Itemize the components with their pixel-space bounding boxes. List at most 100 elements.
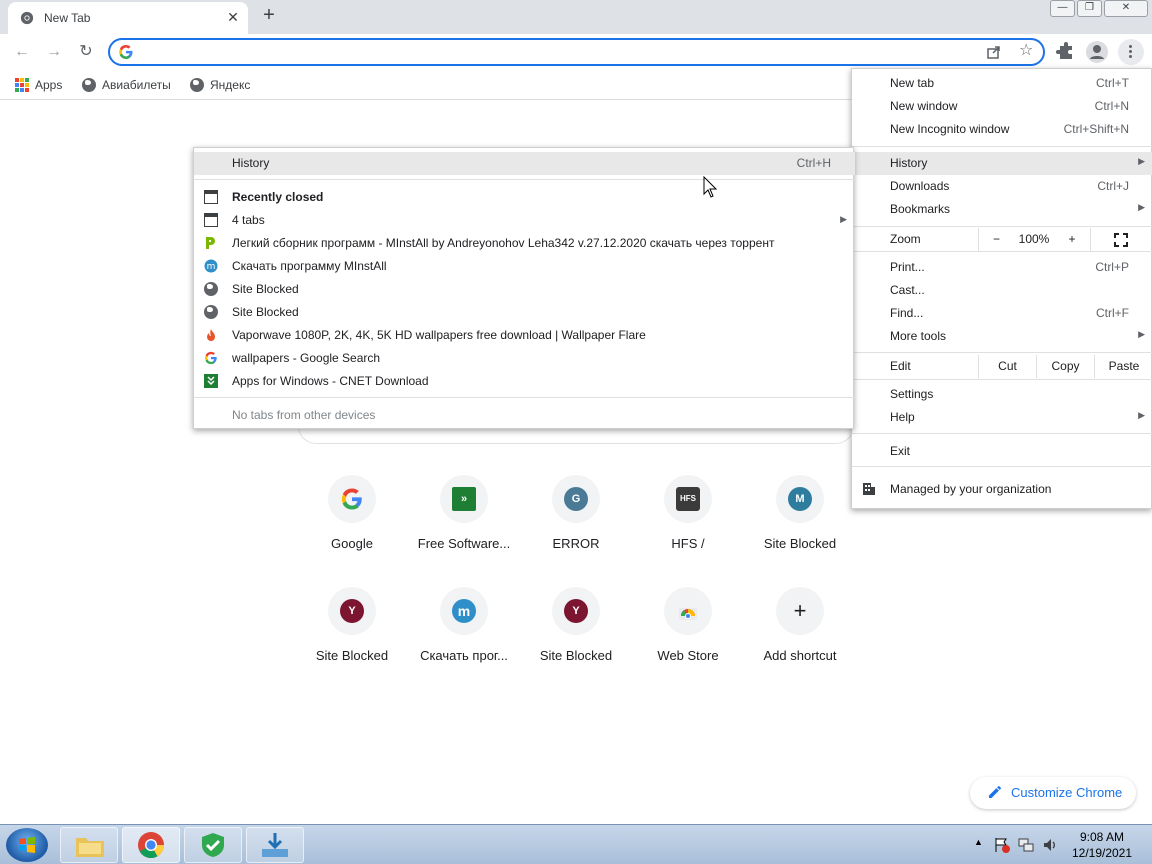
- shortcut-site-blocked-m[interactable]: M Site Blocked: [744, 475, 856, 575]
- add-shortcut-button[interactable]: + Add shortcut: [744, 587, 856, 687]
- profile-button[interactable]: [1086, 41, 1108, 63]
- minstall-icon: m: [452, 599, 476, 623]
- menu-separator: [852, 146, 1152, 147]
- menu-item-print[interactable]: Print... Ctrl+P: [852, 256, 1152, 279]
- minimize-button[interactable]: —: [1050, 0, 1075, 17]
- menu-item-new-window[interactable]: New window Ctrl+N: [852, 95, 1152, 118]
- show-hidden-icons[interactable]: ▲: [974, 837, 983, 847]
- zoom-level: 100%: [1018, 232, 1050, 246]
- menu-item-more-tools[interactable]: More tools ▶: [852, 325, 1152, 348]
- volume-icon[interactable]: [1042, 837, 1058, 853]
- start-button[interactable]: [6, 828, 48, 862]
- fullscreen-icon: [1114, 233, 1128, 247]
- recently-closed-item[interactable]: Apps for Windows - CNET Download: [194, 370, 855, 393]
- bookmark-star-icon[interactable]: ☆: [1019, 42, 1033, 60]
- shortcut-label: Скачать прог...: [420, 648, 508, 663]
- menu-item-help[interactable]: Help ▶: [852, 406, 1152, 429]
- recently-closed-item[interactable]: Site Blocked: [194, 301, 855, 324]
- address-input[interactable]: [142, 43, 962, 61]
- dot-icon: [1129, 45, 1132, 48]
- shortcut-free-software[interactable]: » Free Software...: [408, 475, 520, 575]
- bookmark-aviabilety[interactable]: Авиабилеты: [82, 76, 171, 94]
- menu-item-zoom: Zoom − 100% +: [852, 228, 1152, 251]
- action-center-flag-icon[interactable]: [994, 837, 1010, 853]
- recently-closed-item[interactable]: Легкий сборник программ - MInstAll by An…: [194, 232, 855, 255]
- menu-shortcut: Ctrl+T: [1096, 76, 1129, 90]
- menu-label: Managed by your organization: [890, 482, 1052, 496]
- shortcut-error[interactable]: G ERROR: [520, 475, 632, 575]
- customize-chrome-button[interactable]: Customize Chrome: [970, 777, 1136, 809]
- reload-button[interactable]: ↻: [74, 40, 98, 64]
- tab-new-tab[interactable]: New Tab ✕: [8, 2, 248, 34]
- new-tab-button[interactable]: +: [258, 5, 280, 27]
- back-button[interactable]: ←: [10, 40, 34, 64]
- taskbar-clock[interactable]: 9:08 AM 12/19/2021: [1066, 829, 1138, 861]
- taskbar-chrome[interactable]: [122, 827, 180, 863]
- omnibox[interactable]: ☆: [108, 38, 1045, 66]
- menu-separator: [852, 379, 1152, 380]
- tab-close-button[interactable]: ✕: [224, 8, 242, 26]
- bookmark-apps[interactable]: Apps: [15, 76, 62, 94]
- shortcut-label: HFS /: [671, 536, 705, 551]
- shortcut-site-blocked-y2[interactable]: Y Site Blocked: [520, 587, 632, 687]
- history-menu-item[interactable]: History Ctrl+H: [194, 152, 855, 175]
- share-icon[interactable]: [986, 44, 1002, 60]
- shortcut-tile: [664, 587, 712, 635]
- cut-button[interactable]: Cut: [978, 355, 1036, 378]
- globe-icon: [190, 78, 204, 92]
- taskbar-explorer[interactable]: [60, 827, 118, 863]
- cnet-icon: »: [452, 487, 476, 511]
- taskbar-downloader[interactable]: [246, 827, 304, 863]
- menu-item-new-tab[interactable]: New tab Ctrl+T: [852, 72, 1152, 95]
- menu-item-new-incognito[interactable]: New Incognito window Ctrl+Shift+N: [852, 118, 1152, 141]
- menu-item-managed[interactable]: Managed by your organization: [852, 478, 1152, 501]
- shortcut-site-blocked-y1[interactable]: Y Site Blocked: [296, 587, 408, 687]
- shortcut-tile: [328, 475, 376, 523]
- taskbar-security-app[interactable]: [184, 827, 242, 863]
- menu-item-bookmarks[interactable]: Bookmarks ▶: [852, 198, 1152, 221]
- shortcut-tile: m: [440, 587, 488, 635]
- history-label: History: [232, 156, 270, 170]
- shortcut-hfs[interactable]: HFS HFS /: [632, 475, 744, 575]
- google-icon: [341, 488, 362, 510]
- submenu-arrow-icon: ▶: [1138, 410, 1145, 420]
- forward-button[interactable]: →: [42, 40, 66, 64]
- menu-item-downloads[interactable]: Downloads Ctrl+J: [852, 175, 1152, 198]
- shortcut-tile: G: [552, 475, 600, 523]
- close-window-button[interactable]: ✕: [1104, 0, 1148, 17]
- history-shortcut: Ctrl+H: [796, 156, 831, 170]
- zoom-out-button[interactable]: −: [978, 228, 1014, 251]
- globe-icon: [204, 282, 218, 296]
- network-icon[interactable]: [1018, 837, 1034, 853]
- menu-item-settings[interactable]: Settings: [852, 383, 1152, 406]
- menu-item-history[interactable]: History ▶: [852, 152, 1152, 175]
- shortcut-tile: M: [776, 475, 824, 523]
- recently-closed-item[interactable]: Site Blocked: [194, 278, 855, 301]
- menu-label: Zoom: [890, 232, 921, 246]
- zoom-in-button[interactable]: +: [1054, 228, 1090, 251]
- menu-item-find[interactable]: Find... Ctrl+F: [852, 302, 1152, 325]
- plus-icon: +: [793, 598, 807, 623]
- extensions-icon[interactable]: [1056, 42, 1076, 62]
- recently-closed-item[interactable]: Vaporwave 1080P, 2K, 4K, 5K HD wallpaper…: [194, 324, 855, 347]
- shortcut-skachat[interactable]: m Скачать прог...: [408, 587, 520, 687]
- recently-closed-item[interactable]: m Скачать программу MInstAll: [194, 255, 855, 278]
- fullscreen-button[interactable]: [1090, 228, 1150, 251]
- shortcut-label: Site Blocked: [315, 648, 389, 663]
- chrome-menu-button[interactable]: [1118, 39, 1144, 65]
- menu-separator: [852, 226, 1152, 227]
- bookmark-yandex[interactable]: Яндекс: [190, 76, 250, 94]
- window-icon: [204, 213, 218, 227]
- shortcut-google[interactable]: Google: [296, 475, 408, 575]
- shortcut-web-store[interactable]: Web Store: [632, 587, 744, 687]
- copy-button[interactable]: Copy: [1036, 355, 1094, 378]
- recently-closed-item[interactable]: wallpapers - Google Search: [194, 347, 855, 370]
- svg-text:m: m: [207, 262, 216, 272]
- menu-label: Cast...: [890, 283, 925, 297]
- recently-closed-item[interactable]: 4 tabs ▶: [194, 209, 855, 232]
- paste-button[interactable]: Paste: [1094, 355, 1152, 378]
- restore-button[interactable]: ❐: [1077, 0, 1102, 17]
- menu-item-cast[interactable]: Cast...: [852, 279, 1152, 302]
- submenu-arrow-icon: ▶: [1138, 156, 1145, 166]
- menu-item-exit[interactable]: Exit: [852, 440, 1152, 463]
